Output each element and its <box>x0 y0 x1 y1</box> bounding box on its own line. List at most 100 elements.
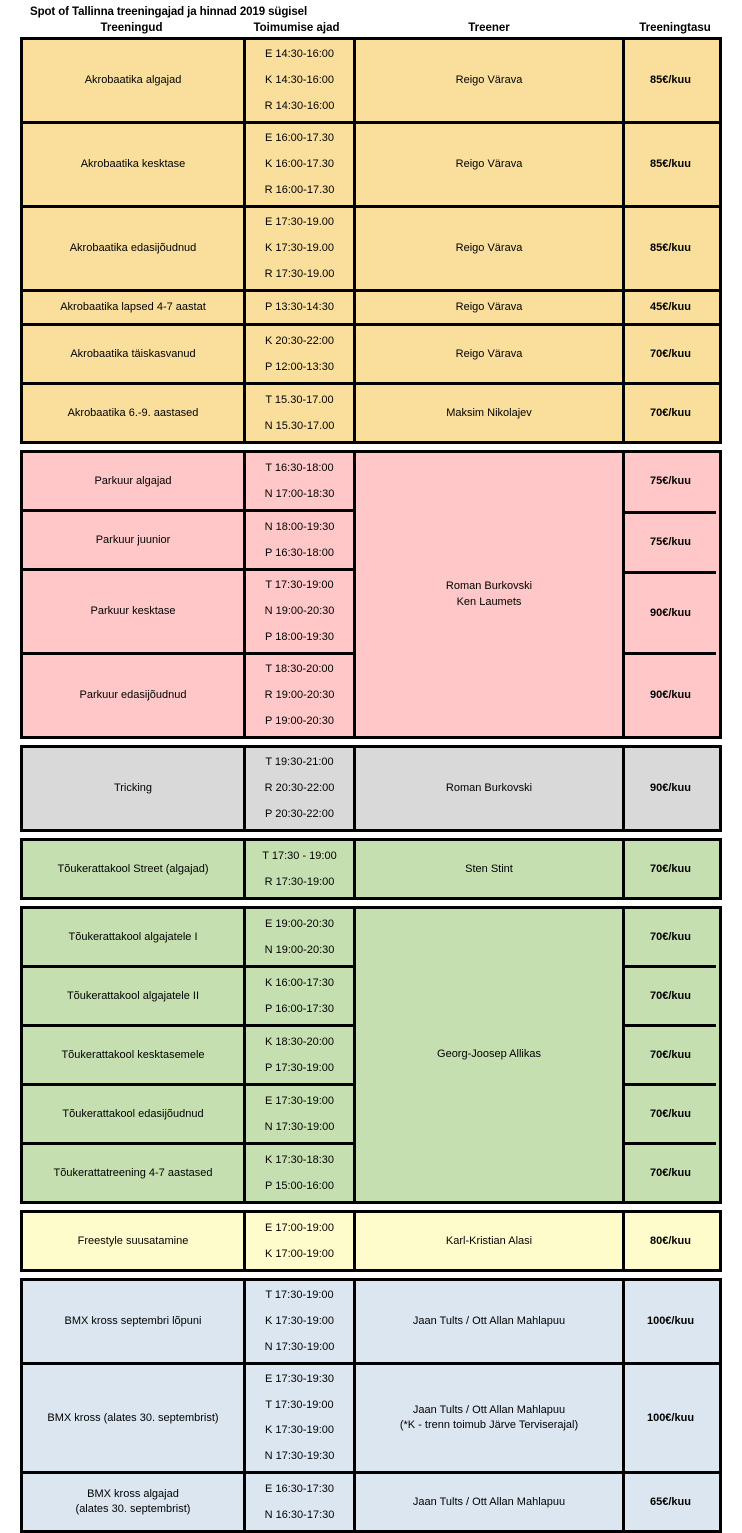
table-row: Tõukerattakool kesktasemele K 18:30-20:00… <box>23 1027 353 1086</box>
trainer-cell: Sten Stint <box>353 841 625 897</box>
table-row: Akrobaatika kesktase E 16:00-17.30 K 16:00… <box>23 124 719 208</box>
table-row: Tõukerattatreening 4-7 aastased K 17:30-1… <box>23 1145 353 1201</box>
training-time: E 16:00-17.30 <box>264 132 335 145</box>
training-fee-cell: 75€/kuu <box>625 453 716 514</box>
training-fee-cell: 80€/kuu <box>625 1213 716 1269</box>
training-time: K 17:00-19:00 <box>264 1247 335 1260</box>
training-times-cell: E 17:30-19:30 T 17:30-19:00 K 17:30-19:00 N… <box>246 1365 353 1471</box>
training-name-cell: Akrobaatika täiskasvanud <box>23 326 246 382</box>
training-time: K 18:30-20:00 <box>264 1035 335 1048</box>
trainer-cell: Jaan Tults / Ott Allan Mahlapuu (*K - tre… <box>353 1365 625 1471</box>
training-time: T 17:30-19:00 <box>265 1398 334 1411</box>
schedule-group-freestyle: Freestyle suusatamine E 17:00-19:00 K 17:0… <box>20 1210 722 1272</box>
trainer-cell: Reigo Värava <box>353 40 625 121</box>
training-fee-cell: 75€/kuu <box>625 514 716 574</box>
table-row: Akrobaatika 6.-9. aastased T 15.30-17.00 N… <box>23 385 719 441</box>
training-name-cell: Tõukerattakool edasijõudnud <box>23 1086 246 1142</box>
training-name-cell: Freestyle suusatamine <box>23 1213 246 1269</box>
training-time: R 20:30-22:00 <box>264 782 335 795</box>
group-rows: Tricking T 19:30-21:00 R 20:30-22:00 P 20:3… <box>23 748 719 829</box>
table-row: Akrobaatika täiskasvanud K 20:30-22:00 P 1… <box>23 326 719 385</box>
training-time: E 17:30-19:00 <box>264 1094 335 1107</box>
training-name-label: Parkuur edasijõudnud <box>79 689 187 702</box>
training-time: R 19:00-20:30 <box>264 689 335 702</box>
group-rows: Akrobaatika algajad E 14:30-16:00 K 14:30-… <box>23 40 719 441</box>
schedule-group-akrobaatika: Akrobaatika algajad E 14:30-16:00 K 14:30-… <box>20 37 722 444</box>
training-time: N 15.30-17.00 <box>264 419 335 432</box>
training-fee-cell: 65€/kuu <box>625 1474 716 1530</box>
training-time: K 20:30-22:00 <box>264 334 335 347</box>
training-time: P 18:00-19:30 <box>265 630 334 643</box>
training-name-label: BMX kross algajad <box>87 1488 179 1501</box>
training-fee-label: 70€/kuu <box>650 406 691 419</box>
training-fee-cell: 90€/kuu <box>625 574 716 655</box>
training-time: N 16:30-17:30 <box>264 1508 335 1521</box>
table-row: Akrobaatika edasijõudnud E 17:30-19.00 K 1… <box>23 208 719 292</box>
training-fee-label: 70€/kuu <box>650 989 691 1002</box>
training-fee-label: 85€/kuu <box>650 74 691 87</box>
training-name-label: Tõukerattakool Street (algajad) <box>57 862 209 875</box>
training-times-cell: K 20:30-22:00 P 12:00-13:30 <box>246 326 353 382</box>
training-fee-cell: 90€/kuu <box>625 655 716 736</box>
trainer-name: Reigo Värava <box>455 242 523 255</box>
training-fee-cell: 45€/kuu <box>625 292 716 323</box>
table-row: Akrobaatika algajad E 14:30-16:00 K 14:30-… <box>23 40 719 124</box>
trainer-name: Reigo Värava <box>455 301 523 314</box>
trainer-cell: Georg-Joosep Allikas <box>353 909 625 1201</box>
training-fee-label: 80€/kuu <box>650 1234 691 1247</box>
training-name-label: Tõukerattakool edasijõudnud <box>62 1107 204 1120</box>
table-row: Tõukerattakool edasijõudnud E 17:30-19:00… <box>23 1086 353 1145</box>
column-header-times: Toimumise ajad <box>253 22 340 34</box>
training-time: P 16:30-18:00 <box>265 546 334 559</box>
training-times-cell: K 18:30-20:00 P 17:30-19:00 <box>246 1027 353 1083</box>
schedule-table: Akrobaatika algajad E 14:30-16:00 K 14:30-… <box>20 37 722 1533</box>
trainer-cell: Reigo Värava <box>353 292 625 323</box>
training-times-cell: E 17:30-19.00 K 17:30-19.00 R 17:30-19.00 <box>246 208 353 289</box>
trainer-name: Reigo Värava <box>455 74 523 87</box>
training-time: N 19:00-20:30 <box>264 605 335 618</box>
training-name-label: Akrobaatika edasijõudnud <box>69 242 197 255</box>
training-fee-label: 65€/kuu <box>650 1495 691 1508</box>
table-row: Parkuur algajad T 16:30-18:00 N 17:00-18:3… <box>23 453 353 512</box>
trainer-cell: Reigo Värava <box>353 124 625 205</box>
training-times-cell: E 14:30-16:00 K 14:30-16:00 R 14:30-16:00 <box>246 40 353 121</box>
table-row: Freestyle suusatamine E 17:00-19:00 K 17:0… <box>23 1213 719 1269</box>
trainer-name: Maksim Nikolajev <box>446 406 532 419</box>
training-name-cell: Tricking <box>23 748 246 829</box>
training-name-label: Parkuur algajad <box>94 474 172 487</box>
training-times-cell: E 17:00-19:00 K 17:00-19:00 <box>246 1213 353 1269</box>
training-name-cell: Akrobaatika edasijõudnud <box>23 208 246 289</box>
group-rows: BMX kross septembri lõpuni T 17:30-19:00 K… <box>23 1281 719 1530</box>
training-time: E 19:00-20:30 <box>264 917 335 930</box>
training-name-cell: Akrobaatika lapsed 4-7 aastat <box>23 292 246 323</box>
training-name-label: Tõukerattakool kesktasemele <box>61 1048 205 1061</box>
page-title: Spot of Tallinna treeningajad ja hinnad … <box>30 6 308 18</box>
schedule-page: Spot of Tallinna treeningajad ja hinnad … <box>0 0 742 1533</box>
table-row: Parkuur juunior N 18:00-19:30 P 16:30-18:0… <box>23 512 353 571</box>
training-time: N 17:30-19:00 <box>264 1120 335 1133</box>
training-name-label: Tricking <box>113 782 153 795</box>
training-fee-label: 70€/kuu <box>650 862 691 875</box>
training-name-label: Akrobaatika algajad <box>84 74 182 87</box>
table-row: Tõukerattakool algajatele II K 16:00-17:3… <box>23 968 353 1027</box>
training-name-label: Tõukerattatreening 4-7 aastased <box>53 1166 213 1179</box>
training-times-cell: T 17:30-19:00 N 19:00-20:30 P 18:00-19:30 <box>246 571 353 652</box>
training-fee-cell: 70€/kuu <box>625 968 716 1027</box>
column-header-fee: Treeningtasu <box>639 22 711 34</box>
table-row: Tõukerattakool algajatele I E 19:00-20:30… <box>23 909 353 968</box>
training-fee-label: 70€/kuu <box>650 347 691 360</box>
training-fee-cell: 70€/kuu <box>625 1145 716 1201</box>
training-fee-cell: 85€/kuu <box>625 124 716 205</box>
training-name-cell: Parkuur algajad <box>23 453 246 509</box>
table-row: BMX kross algajad (alates 30. septembrist… <box>23 1474 719 1530</box>
table-header: Treeningud Toimumise ajad Treener Treeni… <box>20 22 722 37</box>
training-fee-cell: 70€/kuu <box>625 1027 716 1086</box>
training-name-label: Parkuur juunior <box>95 533 171 546</box>
training-time: T 16:30-18:00 <box>265 461 334 474</box>
training-fee-label: 70€/kuu <box>650 1166 691 1179</box>
trainer-name: Reigo Värava <box>455 158 523 171</box>
table-row: Parkuur kesktase T 17:30-19:00 N 19:00-20:… <box>23 571 353 655</box>
training-time: K 16:00-17:30 <box>264 976 335 989</box>
training-fee-cell: 85€/kuu <box>625 208 716 289</box>
training-time: N 17:30-19:00 <box>264 1340 335 1353</box>
